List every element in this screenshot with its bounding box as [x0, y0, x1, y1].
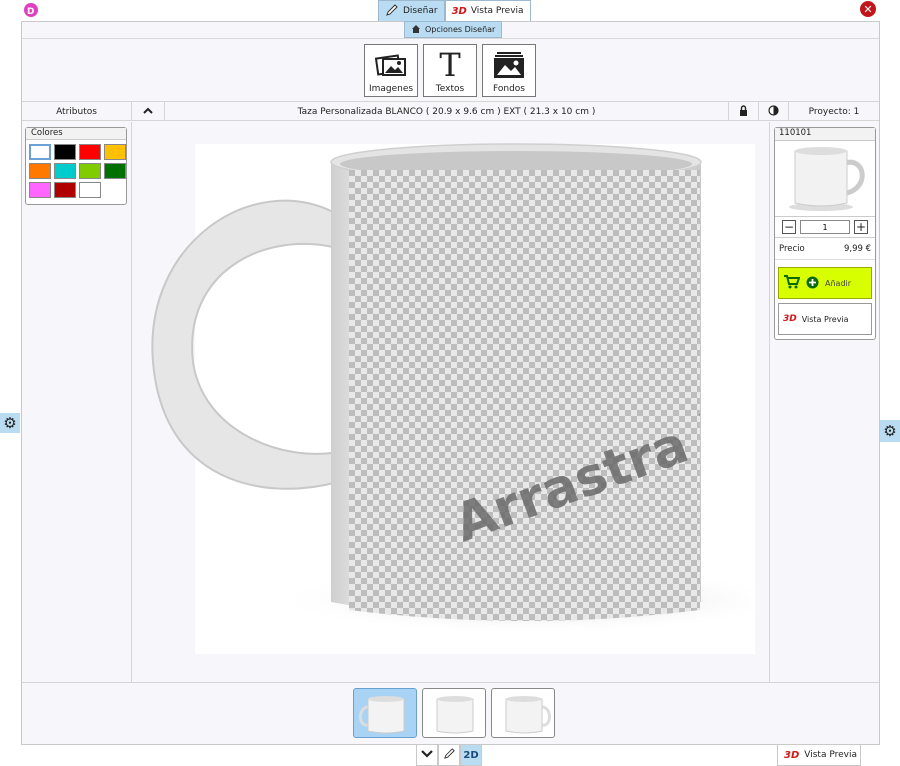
home-icon: [411, 24, 421, 36]
lock-icon: [739, 104, 748, 119]
color-swatch[interactable]: [54, 182, 76, 198]
left-panel: Colores: [22, 122, 132, 682]
texts-button[interactable]: T Textos: [423, 44, 477, 97]
cart-icon: [784, 275, 801, 291]
3d-icon: 3D: [784, 749, 800, 761]
color-swatch[interactable]: [54, 144, 76, 160]
price-value: 9,99 €: [843, 243, 871, 254]
colors-panel: Colores: [25, 127, 127, 205]
pencil-icon: [443, 747, 456, 763]
images-icon: [375, 45, 407, 84]
contrast-button[interactable]: [759, 102, 789, 121]
price-row: Precio 9,99 €: [775, 238, 875, 260]
3d-icon: 3D: [783, 314, 797, 324]
attributes-label: Atributos: [22, 102, 132, 121]
quantity-input[interactable]: [800, 220, 850, 234]
backgrounds-label: Fondos: [493, 84, 525, 94]
chevron-up-icon: [143, 107, 153, 117]
svg-text:D: D: [27, 7, 34, 17]
close-button[interactable]: ✕: [860, 1, 876, 17]
product-panel: 110101 − + Precio 9,99 € Añadir 3D Vista…: [774, 127, 876, 340]
color-swatch[interactable]: [79, 182, 101, 198]
product-title: Taza Personalizada BLANCO ( 20.9 x 9.6 c…: [165, 102, 729, 121]
color-swatches: [26, 140, 126, 202]
pencil-icon: [385, 3, 399, 20]
lock-button[interactable]: [729, 102, 759, 121]
bottom-preview-label: Vista Previa: [804, 750, 857, 760]
product-code: 110101: [775, 128, 875, 141]
bottom-toolbar: 2D: [416, 745, 482, 766]
design-tools: Imagenes T Textos Fondos: [364, 44, 536, 97]
design-canvas[interactable]: Arrastra im: [133, 122, 769, 682]
plus-icon: [806, 276, 819, 291]
gear-icon: ⚙: [883, 421, 897, 440]
add-label: Añadir: [825, 278, 852, 288]
images-button[interactable]: Imagenes: [364, 44, 418, 97]
collapse-button[interactable]: [132, 102, 165, 121]
increase-button[interactable]: +: [854, 220, 868, 234]
divider: [22, 38, 879, 39]
color-swatch[interactable]: [29, 163, 51, 179]
color-swatch[interactable]: [79, 144, 101, 160]
view-2d-label: 2D: [463, 749, 479, 761]
colors-title: Colores: [26, 128, 126, 140]
divider: [22, 682, 879, 683]
preview-3d-button[interactable]: 3D Vista Previa: [778, 303, 872, 335]
color-swatch[interactable]: [29, 182, 51, 198]
top-tabs: Diseñar 3D Vista Previa: [378, 0, 531, 21]
gear-icon: ⚙: [3, 413, 17, 432]
add-to-cart-button[interactable]: Añadir: [778, 267, 872, 299]
decrease-button[interactable]: −: [782, 220, 796, 234]
color-swatch[interactable]: [79, 163, 101, 179]
tab-design-options[interactable]: Opciones Diseñar: [404, 21, 503, 38]
preview-label: Vista Previa: [801, 314, 849, 324]
price-label: Precio: [779, 243, 805, 254]
project-label: Proyecto: 1: [808, 106, 860, 117]
view-2d-button[interactable]: 2D: [460, 745, 482, 766]
edit-button[interactable]: [438, 745, 460, 766]
color-swatch[interactable]: [104, 163, 126, 179]
thumbnail-front[interactable]: [353, 688, 417, 738]
tab-design-label: Diseñar: [403, 6, 438, 16]
thumbnail-back[interactable]: [491, 688, 555, 738]
quantity-stepper: − +: [775, 217, 875, 238]
3d-icon: 3D: [451, 5, 467, 17]
tab-design[interactable]: Diseñar: [378, 0, 445, 21]
mug-preview: Arrastra im: [151, 143, 769, 654]
text-icon: T: [439, 45, 461, 84]
texts-label: Textos: [435, 84, 465, 94]
bottom-preview-3d-button[interactable]: 3D Vista Previa: [777, 745, 861, 766]
right-panel: 110101 − + Precio 9,99 € Añadir 3D Vista…: [769, 122, 879, 682]
chevron-down-icon: [421, 749, 433, 761]
tab-preview[interactable]: 3D Vista Previa: [444, 0, 531, 21]
color-swatch[interactable]: [29, 144, 51, 160]
backgrounds-button[interactable]: Fondos: [482, 44, 536, 97]
contrast-icon: [768, 104, 779, 119]
view-thumbnails: [353, 688, 555, 738]
info-strip: Atributos Taza Personalizada BLANCO ( 20…: [22, 101, 879, 121]
color-swatch[interactable]: [104, 144, 126, 160]
thumbnail-middle[interactable]: [422, 688, 486, 738]
tab-preview-label: Vista Previa: [470, 6, 524, 16]
tab-design-options-label: Opciones Diseñar: [425, 25, 496, 34]
images-label: Imagenes: [368, 84, 414, 94]
backgrounds-icon: [493, 45, 525, 84]
app-logo: D: [22, 2, 40, 18]
right-settings-button[interactable]: ⚙: [880, 420, 900, 442]
product-image: [775, 141, 875, 217]
color-swatch[interactable]: [54, 163, 76, 179]
left-settings-button[interactable]: ⚙: [0, 413, 20, 433]
expand-button[interactable]: [416, 745, 438, 766]
